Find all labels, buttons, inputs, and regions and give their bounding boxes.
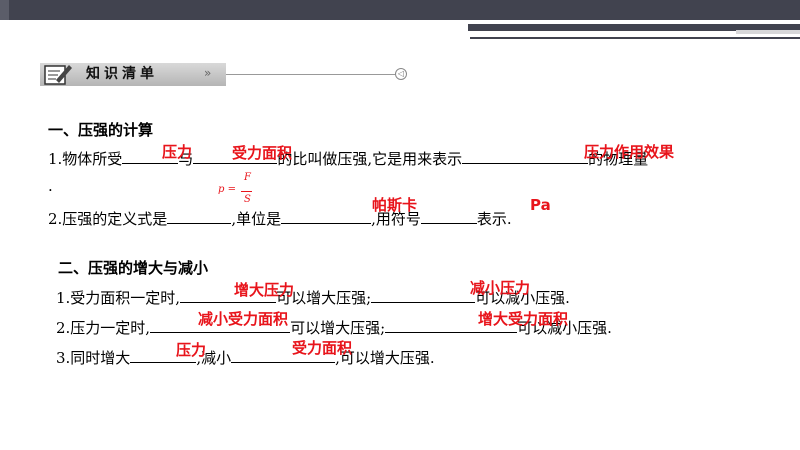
header-accent [736, 30, 800, 34]
banner-arrow-icon: » [204, 66, 212, 80]
answer-10: 压力 [176, 341, 207, 359]
section1-heading: 一、压强的计算 [48, 121, 154, 139]
text: 2.压力一定时, [56, 319, 151, 337]
banner-title: 知识清单 [86, 66, 158, 82]
text: 1.受力面积一定时, [56, 289, 181, 307]
answer-7: 减小压力 [470, 279, 531, 297]
header-rule [470, 37, 800, 39]
formula-lhs: p = [218, 184, 236, 195]
blank [462, 147, 589, 164]
answer-11: 受力面积 [292, 339, 353, 357]
answer-5: Pa [530, 196, 551, 214]
top-bar-tick [0, 0, 9, 20]
banner-end-icon: ◁ [395, 68, 407, 80]
text: 2.压强的定义式是 [48, 210, 168, 228]
text: 可以增大压强; [290, 319, 386, 337]
section2-heading: 二、压强的增大与减小 [58, 259, 209, 277]
blank [167, 207, 232, 224]
text: 的比叫做压强,它是用来表示 [277, 150, 463, 168]
answer-9: 增大受力面积 [478, 310, 569, 328]
text: 表示. [476, 210, 512, 228]
text: 3.同时增大 [56, 349, 131, 367]
blank [371, 286, 476, 303]
answer-6: 增大压力 [234, 281, 295, 299]
formula-denominator: S [244, 194, 251, 205]
answer-2: 受力面积 [232, 144, 293, 162]
formula-numerator: F [244, 172, 251, 183]
banner-line [226, 74, 396, 75]
text: 1.物体所受 [48, 150, 123, 168]
section2-line3: 3.同时增大 ,减小 ,可以增大压强. [56, 346, 435, 368]
answer-8: 减小受力面积 [198, 310, 289, 328]
text: ,单位是 [231, 210, 282, 228]
blank [420, 207, 477, 224]
section1-line1: 1.物体所受与的比叫做压强,它是用来表示 的物理量 [48, 147, 648, 169]
section1-line1-dot: . [48, 177, 53, 195]
answer-3: 压力作用效果 [584, 143, 675, 161]
answer-1: 压力 [162, 143, 193, 161]
notepad-pen-icon [44, 65, 72, 85]
answer-4: 帕斯卡 [372, 196, 418, 214]
blank [281, 207, 372, 224]
formula-fraction-bar [241, 191, 252, 192]
section1-line2: 2.压强的定义式是 ,单位是 ,用符号 表示. [48, 207, 512, 229]
top-bar [0, 0, 800, 20]
